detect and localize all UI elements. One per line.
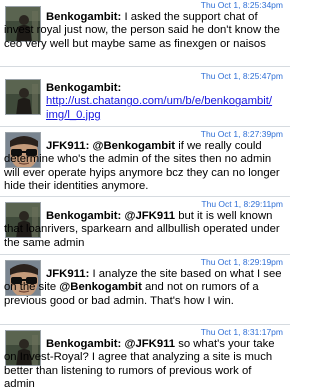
message-divider xyxy=(0,126,290,127)
sender-name[interactable]: JFK911: xyxy=(46,140,89,152)
message-body: Benkogambit: @JFK911 but it is well know… xyxy=(4,210,284,250)
sender-name[interactable]: JFK911: xyxy=(46,268,89,280)
chat-feed[interactable]: Thu Oct 1, 8:25:34pm Benkogambit: I aske… xyxy=(0,0,290,392)
mention[interactable]: @Benkogambit xyxy=(59,281,142,293)
message-timestamp: Thu Oct 1, 8:27:39pm xyxy=(200,129,283,139)
message-divider xyxy=(0,66,290,67)
chat-message: Thu Oct 1, 8:29:11pm Benkogambit: @JFK91… xyxy=(0,196,290,254)
message-body: Benkogambit: http://ust.chatango.com/um/… xyxy=(46,82,284,122)
message-timestamp: Thu Oct 1, 8:29:19pm xyxy=(200,257,283,267)
chat-message: Thu Oct 1, 8:29:19pm JFK911: I analyze t… xyxy=(0,254,290,324)
chat-message: Thu Oct 1, 8:31:17pm Benkogambit: @JFK91… xyxy=(0,324,290,392)
message-body: Benkogambit: @JFK911 so what's your take… xyxy=(4,338,284,392)
message-divider xyxy=(0,324,290,325)
message-divider xyxy=(0,254,290,255)
chat-message: Thu Oct 1, 8:27:39pm JFK911: @Benkogambi… xyxy=(0,126,290,196)
sender-name[interactable]: Benkogambit: xyxy=(46,210,121,222)
message-timestamp: Thu Oct 1, 8:29:11pm xyxy=(201,199,283,209)
message-body: JFK911: I analyze the site based on what… xyxy=(4,268,284,308)
message-body: JFK911: @Benkogambit if we really could … xyxy=(4,140,284,194)
message-divider xyxy=(0,196,290,197)
message-body: Benkogambit: I asked the support chat of… xyxy=(4,11,284,51)
mention[interactable]: @Benkogambit xyxy=(92,140,175,152)
image-link[interactable]: http://ust.chatango.com/um/b/e/benkogamb… xyxy=(46,95,284,122)
sender-name[interactable]: Benkogambit: xyxy=(46,82,284,95)
avatar-figure-dark-icon xyxy=(6,80,40,114)
mention[interactable]: @JFK911 xyxy=(124,210,175,222)
chat-message: Thu Oct 1, 8:25:34pm Benkogambit: I aske… xyxy=(0,0,290,66)
message-timestamp: Thu Oct 1, 8:31:17pm xyxy=(200,327,283,337)
sender-name[interactable]: Benkogambit: xyxy=(46,11,121,23)
chat-message: Thu Oct 1, 8:25:47pm Benkogambit: http:/… xyxy=(0,66,290,126)
message-timestamp: Thu Oct 1, 8:25:47pm xyxy=(200,71,283,81)
sender-name[interactable]: Benkogambit: xyxy=(46,338,121,350)
message-timestamp: Thu Oct 1, 8:25:34pm xyxy=(200,0,283,10)
avatar[interactable] xyxy=(5,79,41,115)
mention[interactable]: @JFK911 xyxy=(124,338,175,350)
